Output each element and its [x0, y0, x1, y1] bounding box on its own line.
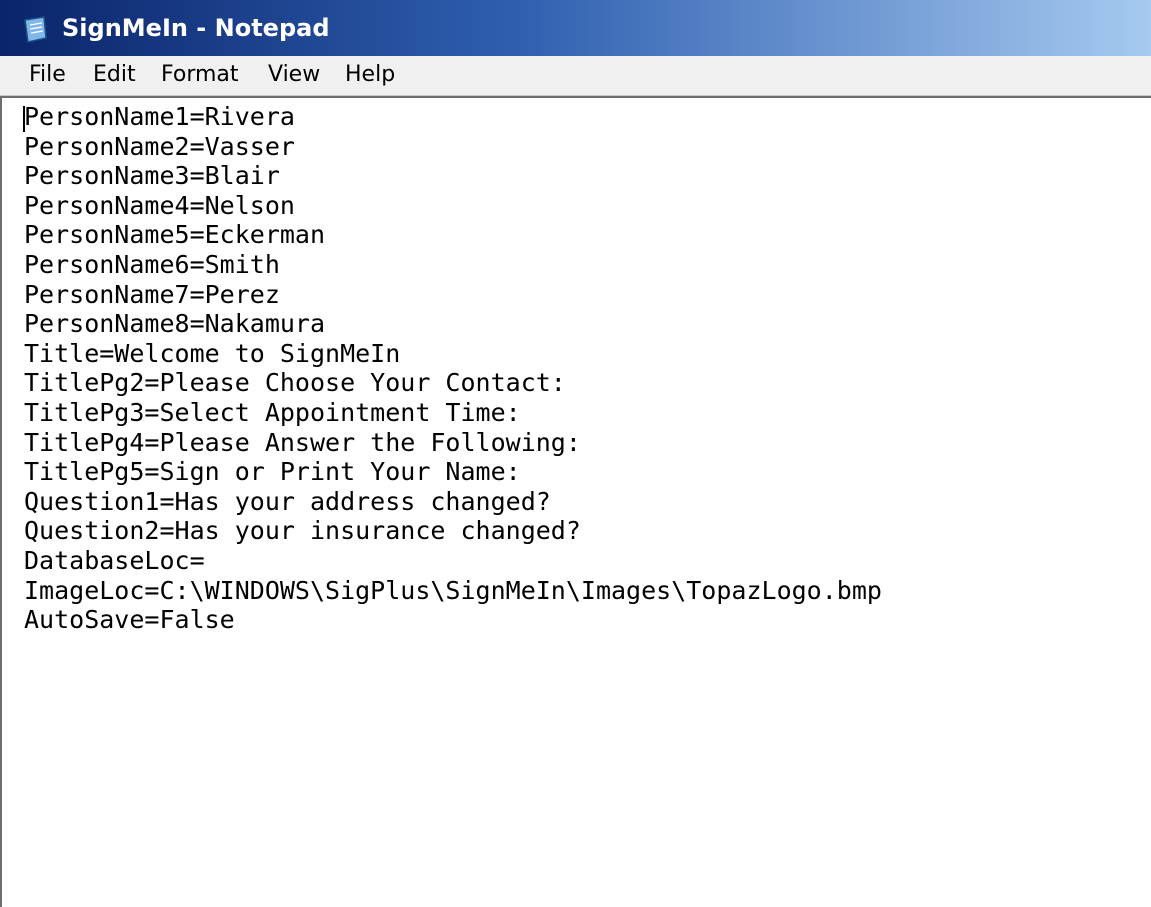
title-bar[interactable]: SignMeIn - Notepad [0, 0, 1151, 56]
text-line: PersonName1=Rivera [24, 102, 295, 131]
notepad-icon [24, 16, 47, 43]
menu-edit[interactable]: Edit [93, 59, 136, 91]
text-line: Title=Welcome to SignMeIn [24, 338, 401, 368]
text-line: PersonName6=Smith [24, 249, 280, 279]
menu-file[interactable]: File [29, 59, 66, 91]
text-line: PersonName3=Blair [24, 161, 280, 191]
text-line: Question1=Has your address changed? [24, 486, 551, 516]
menu-help[interactable]: Help [345, 59, 395, 91]
text-line: AutoSave=False [24, 605, 235, 635]
menu-format[interactable]: Format [161, 59, 239, 91]
text-line: PersonName7=Perez [24, 279, 280, 309]
window-title: SignMeIn - Notepad [62, 14, 330, 42]
text-caret [23, 106, 25, 132]
text-line: TitlePg4=Please Answer the Following: [24, 427, 581, 457]
text-line: PersonName8=Nakamura [24, 309, 326, 339]
text-line: PersonName4=Nelson [24, 190, 295, 220]
text-line: PersonName2=Vasser [24, 131, 295, 161]
text-line: TitlePg2=Please Choose Your Contact: [24, 368, 566, 398]
text-line: TitlePg5=Sign or Print Your Name: [24, 457, 521, 487]
text-line: Question2=Has your insurance changed? [24, 516, 581, 546]
text-line: TitlePg3=Select Appointment Time: [24, 397, 521, 427]
menu-bar: File Edit Format View Help [0, 56, 1151, 96]
text-editor[interactable]: PersonName1=Rivera PersonName2=Vasser Pers… [24, 102, 1144, 902]
notepad-window: SignMeIn - Notepad File Edit Format View… [0, 0, 1151, 907]
text-line: PersonName5=Eckerman [24, 220, 326, 250]
menu-view[interactable]: View [268, 59, 320, 91]
text-line: ImageLoc=C:\WINDOWS\SigPlus\SignMeIn\Ima… [24, 575, 882, 605]
text-line: DatabaseLoc= [24, 545, 205, 575]
